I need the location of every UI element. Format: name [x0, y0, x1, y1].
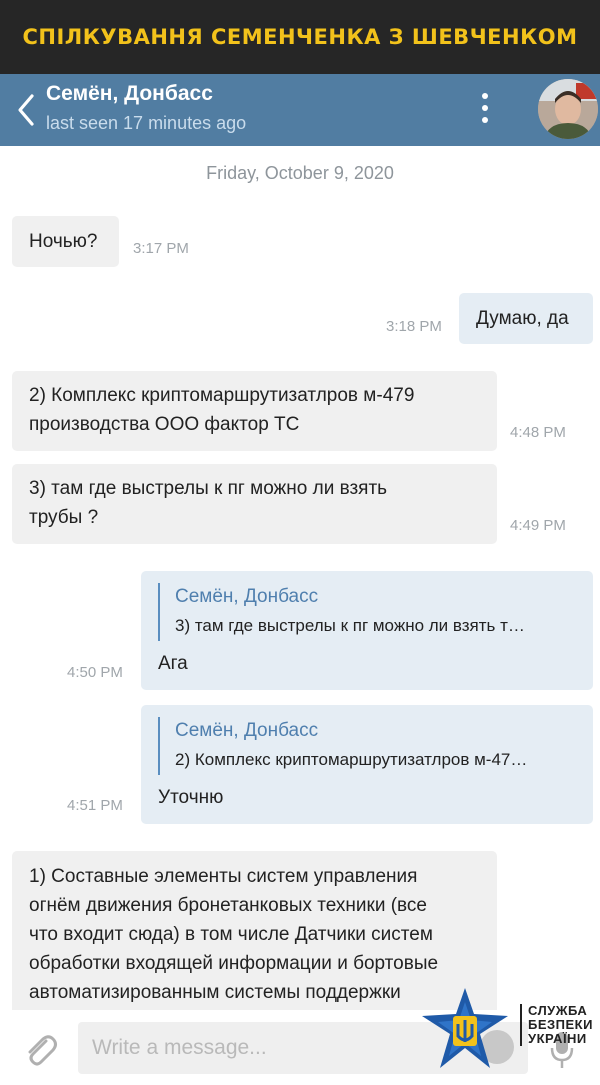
message-line: производства ООО фактор ТС	[29, 414, 300, 435]
message-text: Ага	[158, 653, 188, 674]
message-line: 3) там где выстрелы к пг можно ли взять	[29, 478, 388, 499]
message-line: 1) Составные элементы систем управления	[29, 866, 418, 887]
sbu-line: БЕЗПЕКИ	[528, 1017, 593, 1032]
message-line: трубы ?	[29, 507, 99, 528]
chat-title[interactable]: Семён, Донбасс	[46, 82, 213, 106]
sbu-line: СЛУЖБА	[528, 1003, 588, 1018]
message-bubble-outgoing[interactable]: Думаю, да	[459, 293, 593, 344]
message-time: 4:51 PM	[67, 797, 123, 814]
sbu-emblem-icon	[422, 988, 508, 1068]
message-line: что входит сюда) в том числе Датчики сис…	[29, 924, 433, 945]
message-line: огнём движения бронетанковых техники (вс…	[29, 895, 427, 916]
quote-author: Семён, Донбасс	[175, 586, 319, 607]
message-text: 2) Комплекс криптомаршрутизатлров м-479 …	[29, 381, 414, 439]
message-time: 3:17 PM	[133, 240, 189, 257]
chevron-left-icon[interactable]	[12, 92, 42, 128]
message-bubble-incoming[interactable]: 3) там где выстрелы к пг можно ли взять …	[12, 464, 497, 544]
paperclip-icon[interactable]	[22, 1032, 58, 1068]
sbu-watermark: СЛУЖБА БЕЗПЕКИ УКРАЇНИ	[420, 986, 600, 1085]
message-time: 4:50 PM	[67, 664, 123, 681]
message-text: Ночью?	[29, 231, 98, 252]
message-line: 2) Комплекс криптомаршрутизатлров м-479	[29, 385, 415, 406]
message-text: Уточню	[158, 787, 224, 808]
top-banner: СПІЛКУВАННЯ СЕМЕНЧЕНКА З ШЕВЧЕНКОМ	[0, 0, 600, 74]
date-separator: Friday, October 9, 2020	[206, 163, 394, 183]
message-time: 4:49 PM	[510, 517, 566, 534]
reply-quote[interactable]: Семён, Донбасс 3) там где выстрелы к пг …	[158, 583, 525, 641]
message-bubble-outgoing[interactable]: Семён, Донбасс 3) там где выстрелы к пг …	[141, 571, 593, 690]
message-text: 1) Составные элементы систем управления …	[29, 862, 438, 1007]
message-input-placeholder: Write a message...	[92, 1036, 267, 1059]
message-line: обработки входящей информации и бортовые	[29, 953, 439, 974]
message-text: Думаю, да	[476, 308, 569, 329]
message-time: 3:18 PM	[386, 318, 442, 335]
message-time: 4:48 PM	[510, 424, 566, 441]
banner-title: СПІЛКУВАННЯ СЕМЕНЧЕНКА З ШЕВЧЕНКОМ	[22, 25, 578, 49]
message-line: автоматизированным системы поддержки	[29, 982, 401, 1003]
message-text: 3) там где выстрелы к пг можно ли взять …	[29, 474, 387, 532]
message-bubble-incoming[interactable]: Ночью?	[12, 216, 119, 267]
quote-text: 3) там где выстрелы к пг можно ли взять …	[175, 616, 525, 635]
sbu-line: УКРАЇНИ	[528, 1031, 587, 1046]
more-vertical-icon[interactable]	[476, 88, 494, 132]
last-seen-status: last seen 17 minutes ago	[46, 113, 247, 133]
message-bubble-outgoing[interactable]: Семён, Донбасс 2) Комплекс криптомаршрут…	[141, 705, 593, 824]
chat-header: Семён, Донбасс last seen 17 minutes ago	[0, 74, 600, 146]
avatar[interactable]	[538, 79, 598, 139]
message-bubble-incoming[interactable]: 2) Комплекс криптомаршрутизатлров м-479 …	[12, 371, 497, 451]
quote-author: Семён, Донбасс	[175, 720, 319, 741]
quote-text: 2) Комплекс криптомаршрутизатлров м-47…	[175, 750, 528, 769]
sbu-text: СЛУЖБА БЕЗПЕКИ УКРАЇНИ	[520, 1004, 593, 1046]
reply-quote[interactable]: Семён, Донбасс 2) Комплекс криптомаршрут…	[158, 717, 527, 775]
